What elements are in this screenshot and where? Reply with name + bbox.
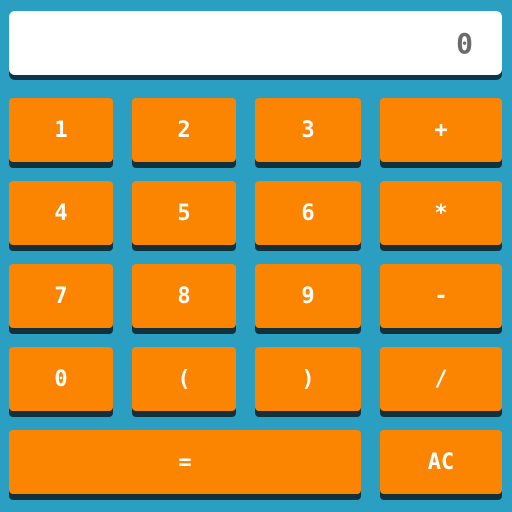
key-5-button[interactable]: 5 (132, 181, 236, 245)
key-8-button[interactable]: 8 (132, 264, 236, 328)
equals-button[interactable]: = (9, 430, 361, 494)
key-4-button[interactable]: 4 (9, 181, 113, 245)
key-6-button[interactable]: 6 (255, 181, 361, 245)
key-3-button[interactable]: 3 (255, 98, 361, 162)
open-paren-button[interactable]: ( (132, 347, 236, 411)
key-7-button[interactable]: 7 (9, 264, 113, 328)
divide-button[interactable]: / (380, 347, 502, 411)
key-0-button[interactable]: 0 (9, 347, 113, 411)
key-1-button[interactable]: 1 (9, 98, 113, 162)
key-9-button[interactable]: 9 (255, 264, 361, 328)
minus-button[interactable]: - (380, 264, 502, 328)
key-2-button[interactable]: 2 (132, 98, 236, 162)
multiply-button[interactable]: * (380, 181, 502, 245)
all-clear-button[interactable]: AC (380, 430, 502, 494)
display-value: 0 (456, 26, 474, 60)
calculator-display: 0 (9, 11, 502, 75)
close-paren-button[interactable]: ) (255, 347, 361, 411)
plus-button[interactable]: + (380, 98, 502, 162)
